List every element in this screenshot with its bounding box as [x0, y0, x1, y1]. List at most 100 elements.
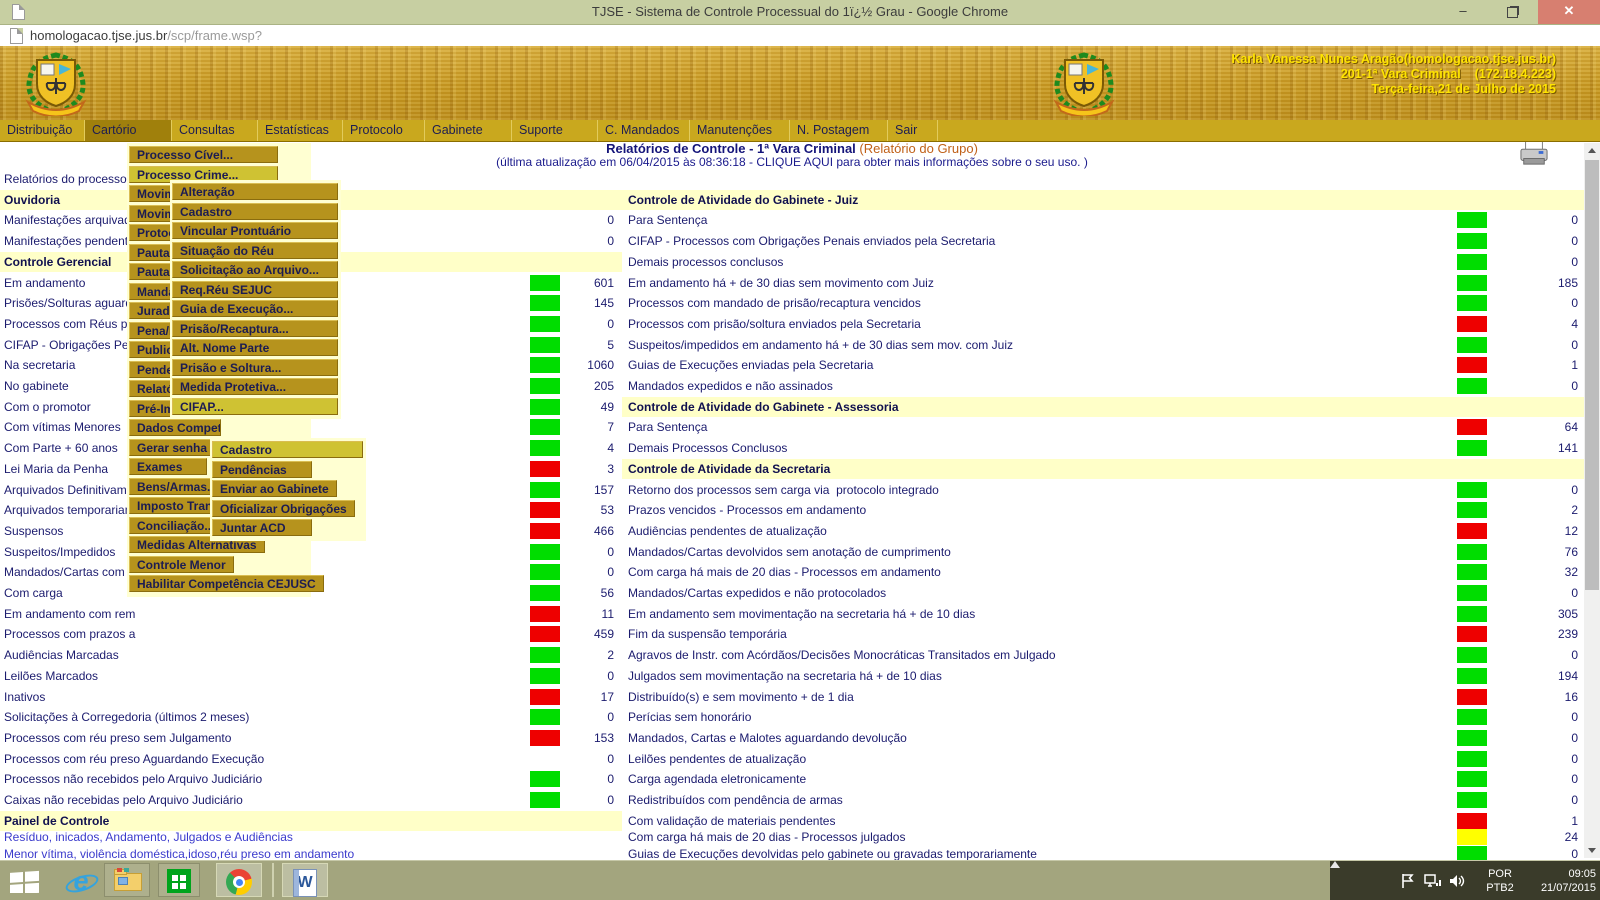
- report-value[interactable]: 153: [548, 731, 614, 745]
- report-value[interactable]: 1: [1498, 814, 1578, 828]
- minimize-button[interactable]: –: [1440, 0, 1486, 24]
- report-item-label[interactable]: Redistribuídos com pendência de armas: [628, 793, 843, 807]
- report-item-label[interactable]: Processos com réu preso Aguardando Execu…: [4, 752, 264, 766]
- report-item-label[interactable]: Perícias sem honorário: [628, 710, 751, 724]
- report-value[interactable]: 0: [1498, 793, 1578, 807]
- report-item-label[interactable]: Audiências pendentes de atualização: [628, 524, 827, 538]
- report-item-label[interactable]: Em andamento com rem: [4, 607, 135, 621]
- menubar-item[interactable]: Manutenções: [690, 120, 790, 141]
- dropdown-item[interactable]: Prisão e Soltura...: [172, 359, 338, 376]
- report-value[interactable]: 0: [1498, 234, 1578, 248]
- report-value[interactable]: 7: [548, 420, 614, 434]
- report-item-label[interactable]: Processos com Réus pr: [4, 317, 131, 331]
- report-value[interactable]: 17: [548, 690, 614, 704]
- dropdown-item[interactable]: Solicitação ao Arquivo...: [172, 261, 338, 278]
- report-item-label[interactable]: Manifestações arquivad: [4, 213, 131, 227]
- report-item-label[interactable]: Leilões pendentes de atualização: [628, 752, 806, 766]
- report-item-label[interactable]: Suspensos: [4, 524, 63, 538]
- dropdown-item[interactable]: Req.Réu SEJUC: [172, 281, 338, 298]
- report-item-label[interactable]: Processos com prazos a: [4, 627, 135, 641]
- volume-icon[interactable]: [1448, 873, 1466, 889]
- microsoft-word-icon[interactable]: [282, 863, 328, 897]
- report-value[interactable]: 0: [548, 234, 614, 248]
- report-value[interactable]: 601: [548, 276, 614, 290]
- dropdown-item[interactable]: Habilitar Competência CEJUSC: [129, 575, 324, 592]
- report-item-label[interactable]: Para Sentença: [628, 213, 707, 227]
- report-item-label[interactable]: Arquivados temporariam: [4, 503, 135, 517]
- report-item-label[interactable]: Guias de Execuções enviadas pela Secreta…: [628, 358, 873, 372]
- report-value[interactable]: 466: [548, 524, 614, 538]
- windows-store-icon[interactable]: [158, 863, 200, 897]
- report-item-label[interactable]: Lei Maria da Penha: [4, 462, 108, 476]
- report-value[interactable]: 3: [548, 462, 614, 476]
- url-bar[interactable]: homologacao.tjse.jus.br/scp/frame.wsp?: [0, 25, 1600, 47]
- report-value[interactable]: 0: [548, 793, 614, 807]
- dropdown-item[interactable]: Exames: [129, 458, 207, 475]
- report-item-label[interactable]: Com Parte + 60 anos: [4, 441, 118, 455]
- dropdown-item[interactable]: CIFAP...: [172, 398, 338, 415]
- report-item-label[interactable]: Processos com réu preso sem Julgamento: [4, 731, 231, 745]
- report-item-label[interactable]: Em andamento há + de 30 dias sem movimen…: [628, 276, 934, 290]
- menubar-item[interactable]: Gabinete: [425, 120, 512, 141]
- report-link[interactable]: Menor vítima, violência doméstica,idoso,…: [4, 847, 354, 861]
- report-item-label[interactable]: Audiências Marcadas: [4, 648, 119, 662]
- report-value[interactable]: 0: [1498, 752, 1578, 766]
- report-value[interactable]: 0: [1498, 710, 1578, 724]
- dropdown-item[interactable]: Bens/Armas...: [129, 478, 217, 495]
- report-value[interactable]: 49: [548, 400, 614, 414]
- dropdown-item[interactable]: Guia de Execução...: [172, 300, 338, 317]
- report-value[interactable]: 56: [548, 586, 614, 600]
- dropdown-item[interactable]: Enviar ao Gabinete: [212, 480, 337, 497]
- windows-start-icon[interactable]: [8, 869, 42, 893]
- report-value[interactable]: 0: [1498, 213, 1578, 227]
- file-explorer-icon[interactable]: [104, 863, 150, 897]
- report-item-label[interactable]: Guias de Execuções devolvidas pelo gabin…: [628, 847, 1037, 861]
- dropdown-item[interactable]: Conciliação...: [129, 517, 222, 534]
- report-value[interactable]: 0: [1498, 648, 1578, 662]
- report-value[interactable]: 194: [1498, 669, 1578, 683]
- report-value[interactable]: 16: [1498, 690, 1578, 704]
- report-value[interactable]: 0: [548, 669, 614, 683]
- url-text[interactable]: homologacao.tjse.jus.br/scp/frame.wsp?: [30, 28, 262, 43]
- dropdown-item[interactable]: Situação do Réu: [172, 242, 338, 259]
- report-value[interactable]: 0: [1498, 255, 1578, 269]
- report-value[interactable]: 1060: [548, 358, 614, 372]
- scroll-down-arrow[interactable]: [1584, 842, 1600, 858]
- menubar-item[interactable]: Cartório: [85, 120, 172, 141]
- dropdown-item[interactable]: Juntar ACD: [212, 519, 312, 536]
- report-value[interactable]: 0: [1498, 379, 1578, 393]
- report-item-label[interactable]: Relatórios do processo: [4, 172, 127, 186]
- report-item-label[interactable]: Prisões/Solturas aguard: [4, 296, 132, 310]
- report-item-label[interactable]: Com carga há mais de 20 dias - Processos…: [628, 830, 905, 844]
- report-item-label[interactable]: Solicitações à Corregedoria (últimos 2 m…: [4, 710, 249, 724]
- report-item-label[interactable]: Suspeitos/impedidos em andamento há + de…: [628, 338, 1013, 352]
- report-item-label[interactable]: Agravos de Instr. com Acórdãos/Decisões …: [628, 648, 1056, 662]
- dropdown-item[interactable]: Alt. Nome Parte: [172, 339, 338, 356]
- report-item-label[interactable]: Leilões Marcados: [4, 669, 98, 683]
- report-value[interactable]: 0: [1498, 296, 1578, 310]
- report-value[interactable]: 0: [548, 772, 614, 786]
- report-value[interactable]: 11: [548, 607, 614, 621]
- report-item-label[interactable]: Mandados expedidos e não assinados: [628, 379, 833, 393]
- report-value[interactable]: 0: [548, 565, 614, 579]
- report-value[interactable]: 0: [1498, 772, 1578, 786]
- report-item-label[interactable]: Processos não recebidos pelo Arquivo Jud…: [4, 772, 262, 786]
- action-center-flag-icon[interactable]: [1400, 873, 1416, 889]
- report-item-label[interactable]: Demais processos conclusos: [628, 255, 783, 269]
- report-item-label[interactable]: Com o promotor: [4, 400, 91, 414]
- report-value[interactable]: 305: [1498, 607, 1578, 621]
- dropdown-item[interactable]: Alteração: [172, 183, 338, 200]
- report-value[interactable]: 0: [1498, 338, 1578, 352]
- report-value[interactable]: 24: [1498, 830, 1578, 844]
- report-item-label[interactable]: Em andamento sem movimentação na secreta…: [628, 607, 975, 621]
- report-item-label[interactable]: Retorno dos processos sem carga via prot…: [628, 483, 939, 497]
- show-hidden-icons-icon[interactable]: [1330, 861, 1340, 868]
- report-item-label[interactable]: Com carga: [4, 586, 63, 600]
- dropdown-item[interactable]: Imposto Trans: [129, 497, 221, 514]
- report-item-label[interactable]: Mandados/Cartas expedidos e não protocol…: [628, 586, 886, 600]
- dropdown-item[interactable]: Processo Cível...: [129, 146, 278, 163]
- dropdown-item[interactable]: Vincular Prontuário: [172, 222, 338, 239]
- report-value[interactable]: 0: [1498, 586, 1578, 600]
- report-item-label[interactable]: Distribuído(s) e sem movimento + de 1 di…: [628, 690, 854, 704]
- report-value[interactable]: 0: [548, 752, 614, 766]
